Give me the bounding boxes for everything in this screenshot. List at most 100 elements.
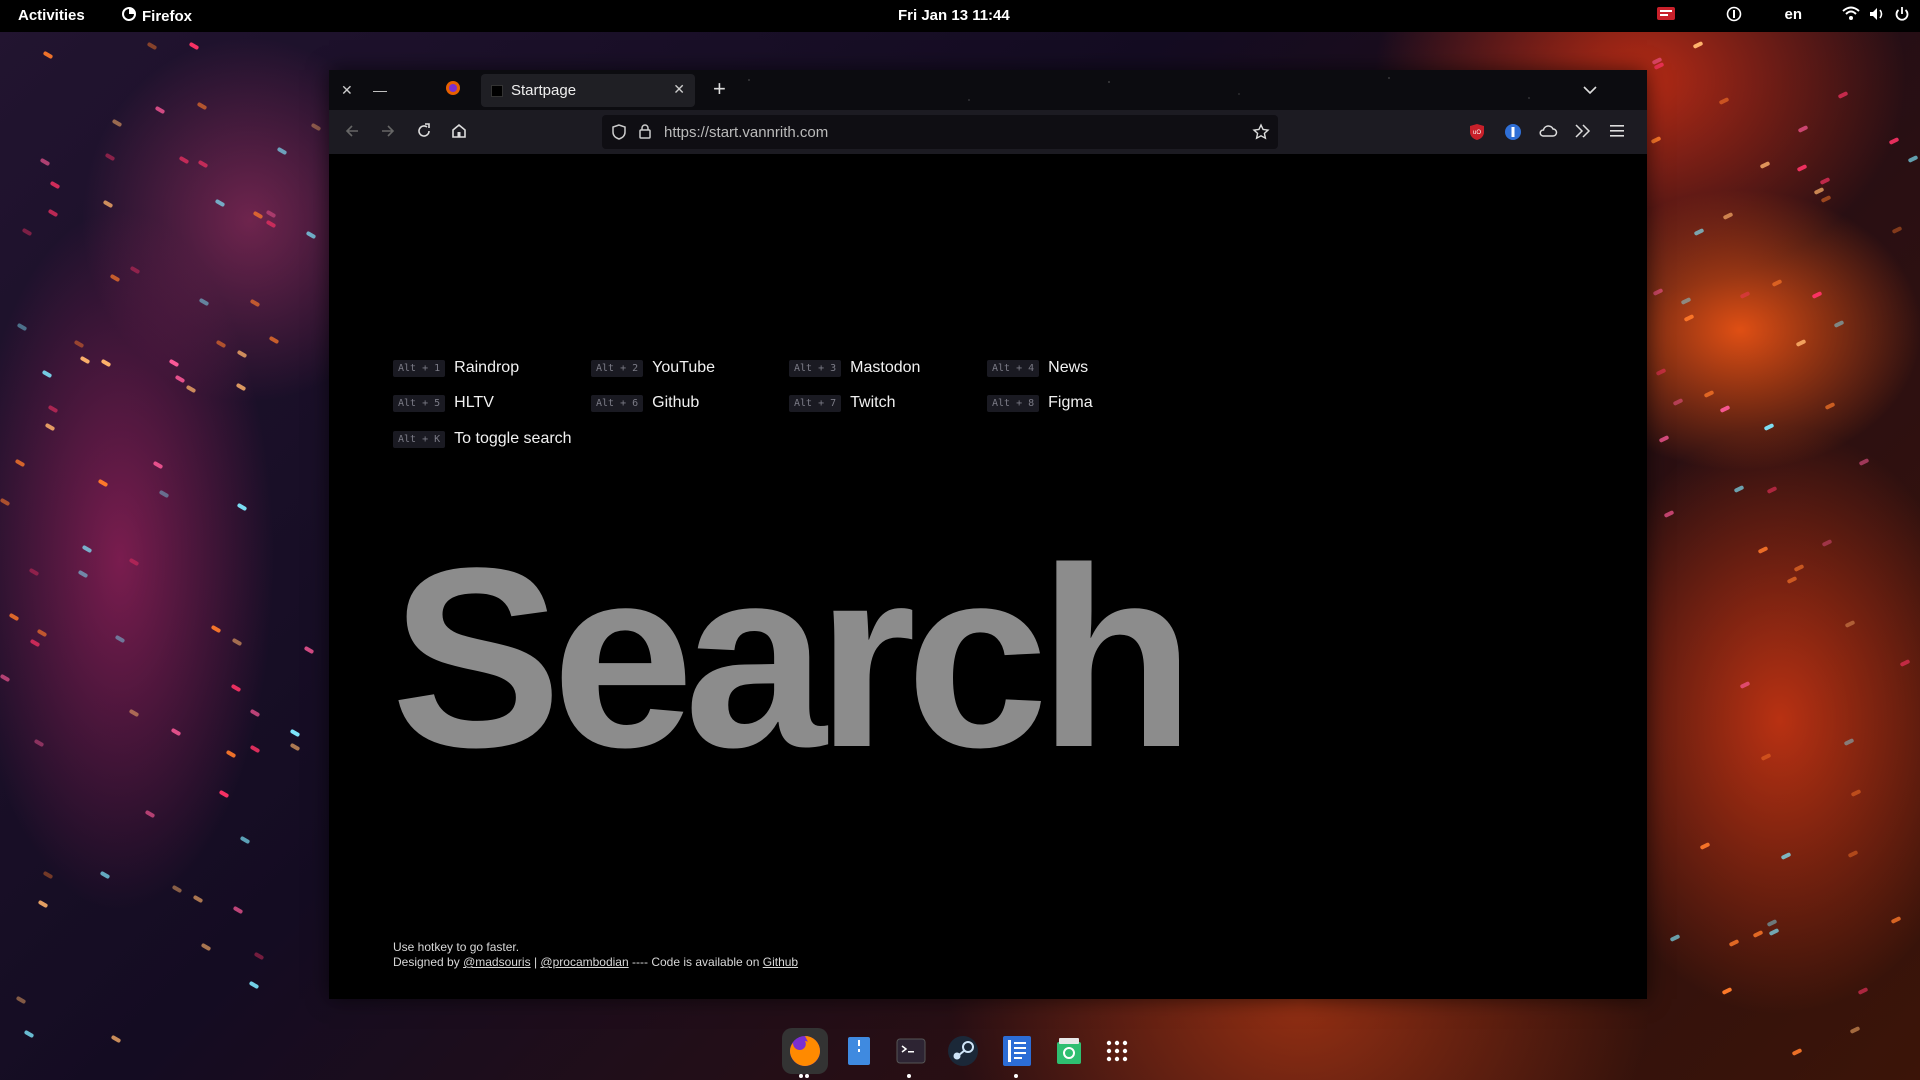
lock-icon[interactable] xyxy=(638,123,652,144)
wallpaper-spark xyxy=(97,478,109,488)
url-text[interactable]: https://start.vannrith.com xyxy=(664,124,828,141)
files-icon[interactable] xyxy=(836,1028,882,1074)
wallpaper-spark xyxy=(179,155,190,165)
wallpaper-spark xyxy=(230,684,242,693)
firefox-dock-icon[interactable] xyxy=(782,1028,828,1074)
wallpaper-spark xyxy=(39,157,50,167)
wallpaper-spark xyxy=(110,1034,122,1044)
wallpaper-spark xyxy=(168,358,180,368)
link-label[interactable]: Github xyxy=(652,394,699,412)
wallpaper-spark xyxy=(33,738,44,748)
wallpaper-spark xyxy=(1814,187,1825,196)
github-link[interactable]: Github xyxy=(763,955,798,969)
wallpaper-spark xyxy=(1795,339,1807,348)
link-figma[interactable]: Alt + 8 Figma xyxy=(987,394,1093,412)
wallpaper-spark xyxy=(1768,927,1780,936)
ublock-icon[interactable]: uO xyxy=(1469,123,1485,146)
wallpaper-spark xyxy=(41,369,52,379)
link-github[interactable]: Alt + 6 Github xyxy=(591,394,699,412)
clock[interactable]: Fri Jan 13 11:44 xyxy=(898,7,1010,24)
author-link-madsouris[interactable]: @madsouris xyxy=(463,955,531,969)
page-footer: Use hotkey to go faster. Designed by @ma… xyxy=(393,940,798,970)
link-label[interactable]: HLTV xyxy=(454,394,494,412)
home-icon[interactable] xyxy=(450,122,468,145)
link-mastodon[interactable]: Alt + 3 Mastodon xyxy=(789,359,920,377)
wallpaper-spark xyxy=(1655,368,1667,377)
wallpaper-spark xyxy=(81,544,93,553)
link-label[interactable]: Mastodon xyxy=(850,359,920,377)
menu-icon[interactable] xyxy=(1609,124,1625,143)
wallpaper-spark xyxy=(152,460,164,470)
search-title[interactable]: Search xyxy=(391,530,1195,786)
wallpaper-spark xyxy=(9,612,20,622)
wallpaper-spark xyxy=(104,152,116,162)
app-menu[interactable]: Firefox xyxy=(122,7,192,25)
language-indicator[interactable]: en xyxy=(1784,6,1802,23)
wallpaper-spark xyxy=(248,981,260,990)
wallpaper-spark xyxy=(1899,659,1911,668)
wallpaper-spark xyxy=(0,497,11,506)
text-editor-icon[interactable] xyxy=(994,1028,1040,1074)
code-available-label: ---- Code is available on xyxy=(632,955,760,969)
link-label[interactable]: Raindrop xyxy=(454,359,519,377)
bitwarden-icon[interactable] xyxy=(1504,123,1522,146)
wallpaper-spark xyxy=(1680,296,1692,305)
bookmark-star-icon[interactable] xyxy=(1252,123,1270,146)
shield-icon[interactable] xyxy=(612,124,626,145)
tab-favicon-icon xyxy=(491,84,503,97)
wallpaper-spark xyxy=(198,297,210,306)
link-label[interactable]: News xyxy=(1048,359,1088,377)
wallpaper-spark xyxy=(225,749,237,758)
power-icon[interactable] xyxy=(1894,6,1910,22)
overflow-icon[interactable] xyxy=(1574,123,1592,144)
wallpaper-spark xyxy=(1791,1047,1803,1056)
wallpaper-spark xyxy=(1761,752,1772,761)
wallpaper-spark xyxy=(1658,434,1670,443)
system-tray[interactable]: en xyxy=(1636,5,1910,23)
tab-startpage[interactable]: Startpage ✕ xyxy=(481,74,695,107)
wallpaper-spark xyxy=(21,227,33,237)
wallpaper-spark xyxy=(200,942,212,951)
link-raindrop[interactable]: Alt + 1 Raindrop xyxy=(393,359,519,377)
one-password-icon[interactable] xyxy=(1726,6,1742,22)
link-label[interactable]: YouTube xyxy=(652,359,715,377)
wallpaper-spark xyxy=(1653,288,1664,297)
steam-icon[interactable] xyxy=(940,1028,986,1074)
firefox-icon xyxy=(122,7,136,25)
firefox-view-icon[interactable] xyxy=(445,80,461,99)
link-twitch[interactable]: Alt + 7 Twitch xyxy=(789,394,896,412)
wifi-icon[interactable] xyxy=(1842,6,1860,22)
forward-icon[interactable] xyxy=(379,122,397,145)
cloud-icon[interactable] xyxy=(1538,123,1558,144)
wallpaper-spark xyxy=(265,209,277,219)
back-icon[interactable] xyxy=(343,122,361,145)
running-indicator xyxy=(805,1074,809,1078)
close-tab-icon[interactable]: ✕ xyxy=(673,81,685,98)
link-news[interactable]: Alt + 4 News xyxy=(987,359,1088,377)
wallpaper-spark xyxy=(1771,278,1783,287)
terminal-icon[interactable] xyxy=(888,1028,934,1074)
wallpaper-spark xyxy=(236,503,248,512)
link-label[interactable]: Twitch xyxy=(850,394,895,412)
link-youtube[interactable]: Alt + 2 YouTube xyxy=(591,359,715,377)
screen-share-icon[interactable] xyxy=(1656,5,1676,23)
new-tab-button[interactable]: + xyxy=(713,76,726,102)
close-window-icon[interactable]: ✕ xyxy=(341,82,353,99)
url-bar[interactable]: https://start.vannrith.com xyxy=(602,115,1278,149)
wallpaper-spark xyxy=(310,122,322,131)
designed-by-label: Designed by xyxy=(393,955,460,969)
wallpaper-spark xyxy=(210,624,221,634)
volume-icon[interactable] xyxy=(1868,6,1886,22)
tab-bar: ✕ — Startpage ✕ + xyxy=(329,70,1647,110)
minimize-window-icon[interactable]: — xyxy=(373,82,387,98)
wallpaper-spark xyxy=(129,265,140,274)
app-grid-icon[interactable] xyxy=(1094,1028,1140,1074)
chevron-down-icon[interactable] xyxy=(1583,82,1597,100)
wallpaper-spark xyxy=(1739,681,1751,689)
link-label[interactable]: Figma xyxy=(1048,394,1092,412)
software-icon[interactable] xyxy=(1046,1028,1092,1074)
link-hltv[interactable]: Alt + 5 HLTV xyxy=(393,394,494,412)
reload-icon[interactable] xyxy=(415,122,433,145)
author-link-procambodian[interactable]: @procambodian xyxy=(540,955,628,969)
activities-button[interactable]: Activities xyxy=(18,7,85,24)
